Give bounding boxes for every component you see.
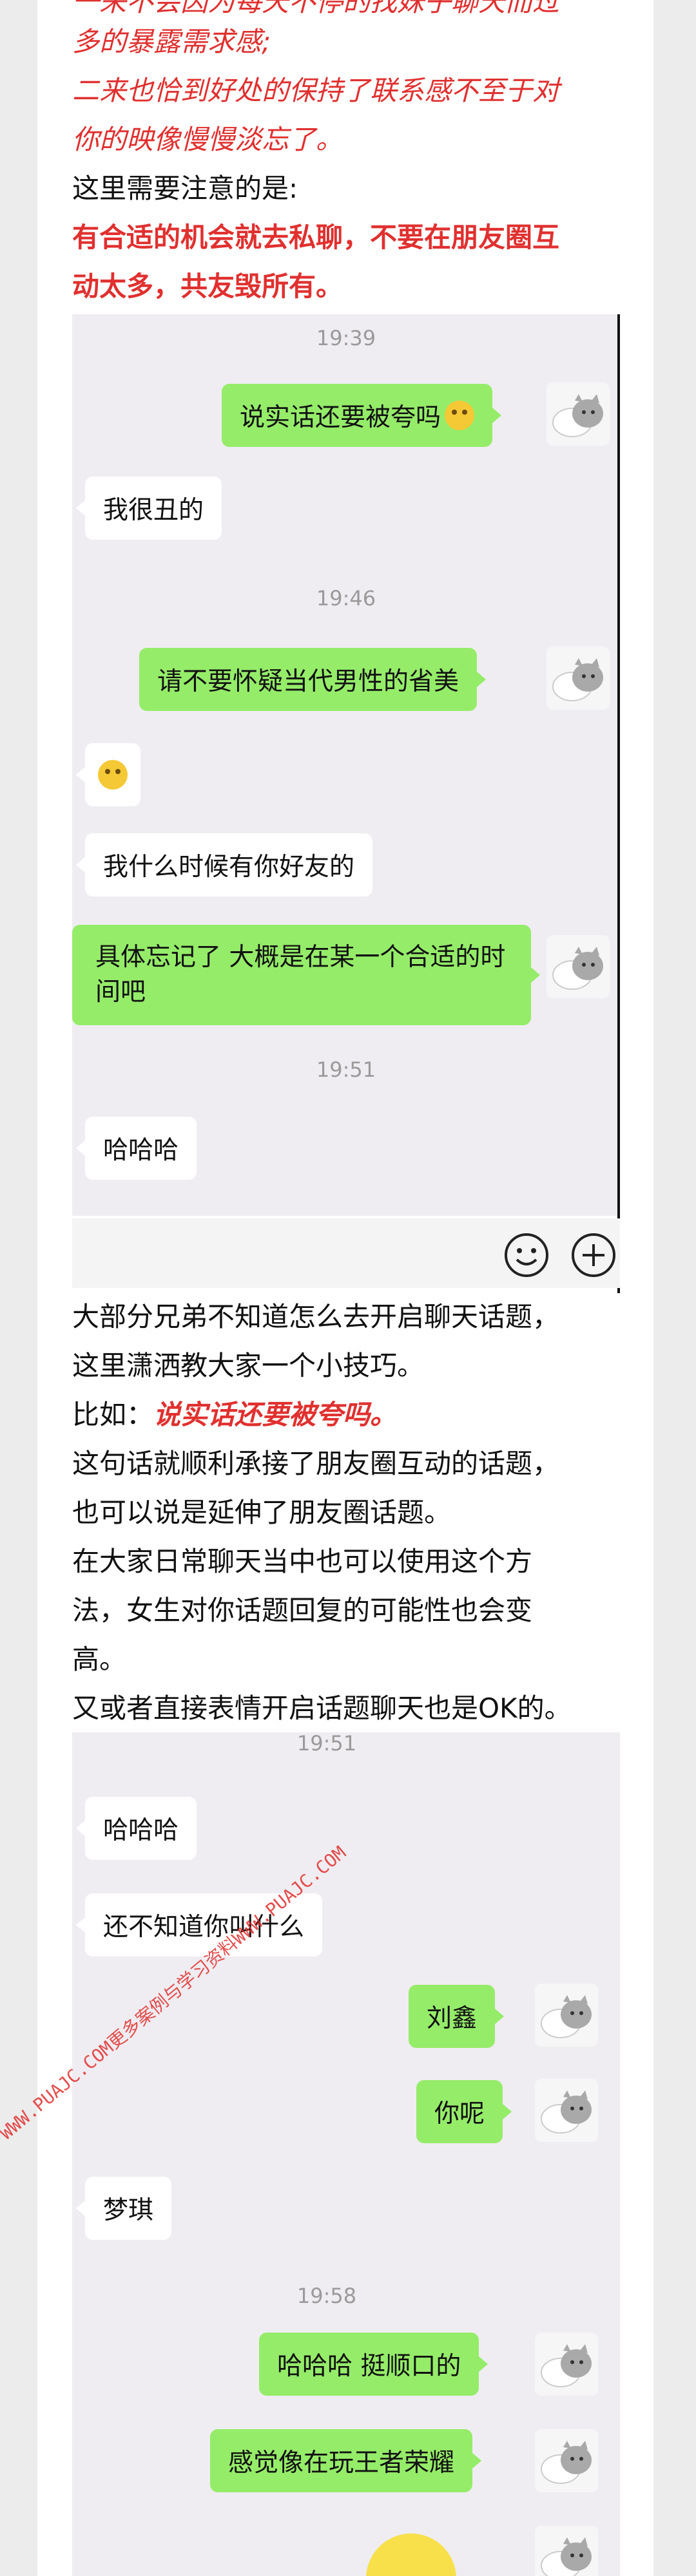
bold-warning-1: 有合适的机会就去私聊，不要在朋友圈互 (72, 222, 560, 253)
chat-bubble-sent: 请不要怀疑当代男性的省美 (139, 648, 487, 711)
message-text: 哈哈哈 (103, 1136, 179, 1165)
avatar (546, 935, 610, 998)
example-prefix: 比如： (72, 1399, 154, 1430)
intro-line-1: 一来不会因为每天不停的找妹子聊天而过 (72, 0, 560, 17)
message-text: 说实话还要被夸吗 (240, 403, 441, 432)
intro-line-4: 你的映像慢慢淡忘了。 (72, 124, 343, 155)
message-text: 梦琪 (103, 2196, 154, 2225)
chat-bubble-received (76, 743, 140, 806)
timestamp: 19:58 (296, 2284, 357, 2308)
example-quote: 说实话还要被夸吗。 (153, 1399, 398, 1430)
timestamp: 19:39 (316, 326, 376, 350)
chat-bubble-sent: 具体忘记了 大概是在某一个合适的时间吧 (72, 925, 540, 1025)
chat-bubble-received: 我什么时候有你好友的 (75, 833, 373, 896)
paragraph-line: 也可以说是延伸了朋友圈话题。 (72, 1497, 452, 1528)
timestamp: 19:46 (316, 586, 376, 611)
message-text: 请不要怀疑当代男性的省美 (157, 667, 459, 696)
message-text: 感觉像在玩王者荣耀 (228, 2448, 455, 2477)
chat-bubble-sent: 感觉像在玩王者荣耀 (210, 2429, 482, 2492)
message-text: 哈哈哈 (103, 1816, 179, 1845)
vertical-divider (617, 314, 620, 1293)
message-text: 具体忘记了 大概是在某一个合适的时间吧 (95, 943, 506, 1007)
message-text: 我很丑的 (103, 496, 204, 525)
chat-bubble-received: 哈哈哈 (75, 1117, 197, 1180)
avatar (535, 2526, 598, 2576)
paragraph-line: 法，女生对你话题回复的可能性也会变 (72, 1595, 533, 1626)
note-label: 这里需要注意的是: (72, 173, 298, 204)
message-text: 刘鑫 (427, 2004, 478, 2033)
chat-bubble-received: 梦琪 (75, 2177, 172, 2240)
chat-bubble-sent: 你呢 (416, 2080, 512, 2143)
timestamp: 19:51 (296, 1732, 357, 1756)
laughing-tears-emoji-icon (98, 760, 128, 790)
message-text: 你呢 (434, 2099, 485, 2128)
paragraph-line: 这里潇洒教大家一个小技巧。 (72, 1350, 425, 1381)
embarrassed-emoji-icon (445, 401, 475, 430)
paragraph-line: 在大家日常聊天当中也可以使用这个方 (72, 1546, 533, 1577)
avatar (535, 1984, 598, 2047)
paragraph-line: 又或者直接表情开启话题聊天也是OK的。 (72, 1692, 572, 1724)
chat-bubble-sent: 说实话还要被夸吗 (222, 384, 502, 447)
example-line: 比如：说实话还要被夸吗。 (72, 1401, 397, 1428)
intro-line-3: 二来也恰到好处的保持了联系感不至于对 (72, 75, 560, 106)
avatar (546, 647, 610, 710)
emoji-icon[interactable] (503, 1231, 550, 1279)
chat-bubble-received: 我很丑的 (75, 477, 222, 540)
emoji-sticker-icon (366, 2533, 456, 2576)
chat-screenshot-1: 19:39 说实话还要被夸吗 我很丑的 19:46 请不要怀疑当代男性的省美 我… (72, 314, 620, 1216)
avatar (546, 383, 610, 446)
chat-bubble-sent: 哈哈哈 挺顺口的 (259, 2333, 488, 2396)
avatar (535, 2429, 598, 2492)
avatar (535, 2079, 598, 2142)
chat-input-toolbar (72, 1218, 620, 1288)
timestamp: 19:51 (316, 1057, 376, 1082)
message-text: 哈哈哈 挺顺口的 (277, 2352, 461, 2381)
bold-warning-2: 动太多，共友毁所有。 (72, 270, 343, 302)
message-text: 我什么时候有你好友的 (103, 853, 355, 882)
paragraph-line: 大部分兄弟不知道怎么去开启聊天话题， (72, 1301, 560, 1332)
chat-bubble-received: 哈哈哈 (75, 1797, 197, 1860)
intro-line-2: 多的暴露需求感; (72, 26, 271, 57)
paragraph-line: 这句话就顺利承接了朋友圈互动的话题， (72, 1448, 560, 1479)
paragraph-line: 高。 (72, 1643, 127, 1675)
plus-icon[interactable] (570, 1231, 617, 1279)
avatar (535, 2333, 598, 2396)
chat-bubble-sent: 刘鑫 (409, 1985, 505, 2048)
